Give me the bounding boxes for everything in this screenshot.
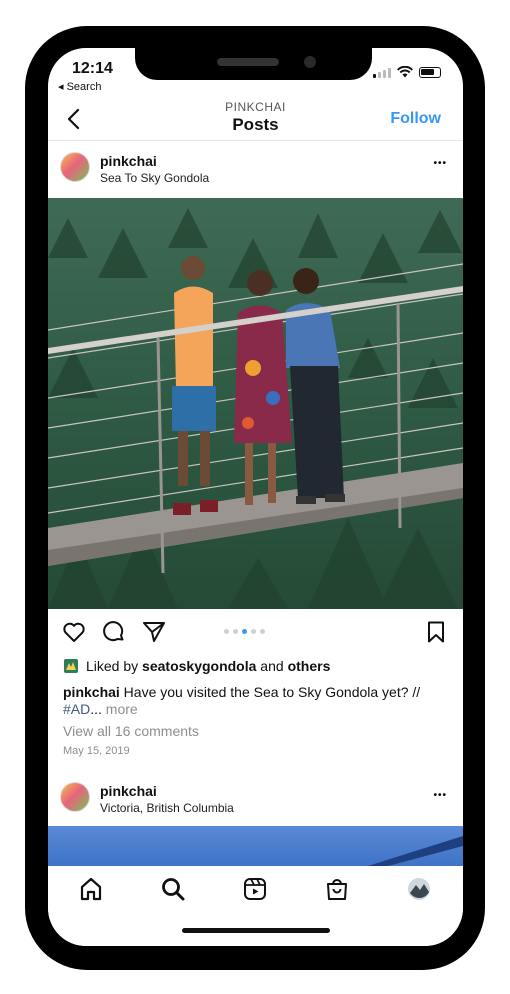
- liked-prefix: Liked by: [86, 658, 143, 674]
- phone-notch: [135, 48, 372, 80]
- carousel-dot: [251, 629, 256, 634]
- liked-user-link[interactable]: seatoskygondola: [142, 658, 256, 674]
- post-location[interactable]: Sea To Sky Gondola: [100, 171, 209, 185]
- carousel-dot: [260, 629, 265, 634]
- liked-and: and: [256, 658, 288, 674]
- caption-ellipsis: ...: [90, 701, 102, 717]
- carousel-indicator: [224, 629, 265, 634]
- post-avatar[interactable]: [60, 152, 90, 182]
- carousel-dot: [242, 629, 247, 634]
- status-time: 12:14: [72, 60, 113, 77]
- home-icon[interactable]: [78, 876, 104, 902]
- photo-scene: [48, 198, 463, 609]
- liked-others-link[interactable]: others: [288, 658, 331, 674]
- view-comments-link[interactable]: View all 16 comments: [63, 723, 199, 739]
- front-camera: [304, 56, 316, 68]
- app-screen: 12:14 ◂ Search PINKCHAI Posts Follow pin…: [48, 48, 463, 946]
- post-more-button[interactable]: •••: [433, 158, 447, 169]
- share-send-icon[interactable]: [142, 620, 166, 644]
- signal-icon: [373, 68, 391, 78]
- post-photo[interactable]: [48, 198, 463, 609]
- reels-icon[interactable]: [242, 876, 268, 902]
- likes-text: Liked by seatoskygondola and others: [86, 658, 330, 674]
- like-heart-icon[interactable]: [62, 620, 86, 644]
- caption-text: Have you visited the Sea to Sky Gondola …: [119, 684, 421, 700]
- post-caption: pinkchai Have you visited the Sea to Sky…: [63, 684, 451, 718]
- liker-avatar-icon[interactable]: [64, 659, 78, 673]
- header-divider: [48, 140, 463, 141]
- next-post-photo[interactable]: [48, 826, 463, 866]
- post-username[interactable]: pinkchai: [100, 153, 157, 169]
- wifi-icon: [397, 66, 413, 78]
- next-photo-scene: [368, 836, 463, 866]
- caption-username[interactable]: pinkchai: [63, 684, 120, 700]
- status-icons: [373, 66, 441, 78]
- search-icon[interactable]: [160, 876, 186, 902]
- next-post-avatar[interactable]: [60, 782, 90, 812]
- next-post-location[interactable]: Victoria, British Columbia: [100, 801, 234, 815]
- carousel-dot: [224, 629, 229, 634]
- bookmark-icon[interactable]: [424, 620, 448, 644]
- speaker-grille: [217, 58, 279, 66]
- likes-row: Liked by seatoskygondola and others: [64, 658, 330, 674]
- next-post-username[interactable]: pinkchai: [100, 783, 157, 799]
- shop-icon[interactable]: [324, 876, 350, 902]
- follow-button[interactable]: Follow: [390, 110, 441, 128]
- bottom-nav: [48, 866, 463, 946]
- back-to-search-link[interactable]: ◂ Search: [58, 80, 101, 93]
- post-date: May 15, 2019: [63, 745, 130, 757]
- comment-icon[interactable]: [102, 620, 126, 644]
- next-post-more-button[interactable]: •••: [433, 790, 447, 801]
- profile-avatar[interactable]: [406, 876, 432, 902]
- caption-more-link[interactable]: more: [102, 701, 138, 717]
- battery-icon: [419, 67, 441, 78]
- home-indicator: [182, 928, 330, 933]
- caption-hashtag[interactable]: #AD: [63, 701, 90, 717]
- carousel-dot: [233, 629, 238, 634]
